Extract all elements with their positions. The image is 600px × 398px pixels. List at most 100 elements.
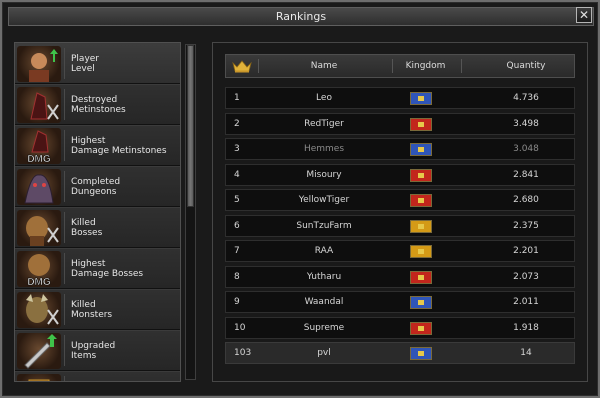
player-name-cell: SunTzuFarm — [296, 220, 352, 231]
category-item-damage-metinstones[interactable]: DMG Highest Damage Metinstones — [15, 125, 180, 166]
red-kingdom-flag-icon — [410, 168, 432, 182]
category-divider — [64, 335, 65, 366]
kingdom-emblem-icon — [418, 121, 424, 127]
category-label: Highest Damage Bosses — [71, 259, 143, 279]
category-label-line1: Killed — [71, 217, 96, 228]
player-name-cell: Hemmes — [303, 144, 345, 154]
player-name-cell: Supreme — [303, 322, 345, 333]
category-item-damage-bosses[interactable]: DMG Highest Damage Bosses — [15, 248, 180, 289]
category-label-line1: Completed — [71, 176, 121, 187]
blue-kingdom-flag-icon — [410, 92, 432, 105]
rank-cell: 9 — [234, 297, 240, 307]
header-quantity[interactable]: Quantity — [476, 61, 576, 71]
category-item-items[interactable]: Upgraded Items — [15, 330, 180, 371]
header-name[interactable]: Name — [259, 61, 389, 71]
category-label-line2: Bosses — [71, 227, 103, 238]
category-label-line1: Upgraded — [71, 340, 116, 351]
table-row[interactable]: 6 SunTzuFarm 2.375 — [225, 214, 575, 237]
table-row[interactable]: 3 Hemmes 3.048 — [225, 138, 575, 160]
category-label-line1: Killed — [71, 299, 96, 310]
category-divider — [64, 294, 65, 325]
table-row[interactable]: 5 YellowTiger 2.680 — [225, 189, 575, 211]
quantity-cell: 2.680 — [513, 195, 539, 205]
crown-icon — [232, 59, 252, 73]
close-icon: ✕ — [578, 8, 590, 22]
category-label-line1: Destroyed — [71, 94, 118, 105]
category-label: Destroyed Metinstones — [71, 95, 126, 115]
blue-kingdom-flag-icon — [410, 143, 432, 156]
ranking-panel: Name Kingdom Quantity 1 Leo 4.736 2 RedTiger… — [212, 42, 588, 382]
category-label-line2: Damage Metinstones — [71, 145, 167, 156]
header-kingdom[interactable]: Kingdom — [392, 61, 459, 71]
title-bar[interactable]: Rankings — [8, 7, 594, 26]
player-name-cell: Leo — [316, 93, 332, 103]
table-row[interactable]: 4 Misoury 2.841 — [225, 163, 575, 186]
category-label: Upgraded Items — [71, 341, 115, 361]
quantity-cell: 3.048 — [513, 144, 539, 154]
category-label-line1: Highest — [71, 258, 106, 269]
category-scrollbar[interactable] — [185, 44, 196, 380]
table-row[interactable]: 9 Waandal 2.011 — [225, 291, 575, 313]
category-item-monsters[interactable]: Killed Monsters — [15, 289, 180, 330]
category-item-level[interactable]: Player Level — [15, 43, 180, 84]
player-name-cell: RAA — [314, 246, 334, 256]
scrollbar-thumb[interactable] — [187, 45, 194, 207]
rank-cell: 3 — [234, 144, 240, 154]
kingdom-emblem-icon — [418, 172, 424, 178]
category-divider — [64, 171, 65, 202]
player-portrait-icon — [17, 46, 61, 82]
category-item-bosses[interactable]: Killed Bosses — [15, 207, 180, 248]
svg-text:DMG: DMG — [27, 154, 51, 164]
quantity-cell: 4.736 — [513, 93, 539, 103]
category-label-line2: Monsters — [71, 309, 113, 320]
yellow-kingdom-flag-icon — [410, 245, 432, 258]
kingdom-emblem-icon — [418, 249, 424, 254]
quantity-cell: 2.375 — [513, 220, 539, 231]
table-row[interactable]: 1 Leo 4.736 — [225, 87, 575, 109]
category-label: Completed Dungeons — [71, 177, 120, 197]
category-divider — [64, 48, 65, 79]
quantity-cell: 2.841 — [513, 169, 539, 180]
quantity-cell: 3.498 — [513, 118, 539, 129]
table-header: Name Kingdom Quantity — [225, 54, 575, 78]
category-label-line2: Damage Bosses — [71, 268, 144, 279]
rank-cell: 1 — [234, 93, 240, 103]
category-item-dungeons[interactable]: Completed Dungeons — [15, 166, 180, 207]
rank-cell: 6 — [234, 220, 240, 231]
red-kingdom-flag-icon — [410, 321, 432, 335]
kingdom-emblem-icon — [418, 223, 424, 229]
kingdom-emblem-icon — [418, 300, 424, 305]
quantity-cell: 2.073 — [513, 271, 539, 282]
monster-icon — [17, 292, 61, 328]
own-rank-row[interactable]: 103 pvl 14 — [225, 342, 575, 364]
category-label-line2: Metinstones — [71, 104, 126, 115]
kingdom-emblem-icon — [418, 198, 424, 203]
yellow-kingdom-flag-icon — [410, 219, 432, 233]
metinstone-icon — [17, 87, 61, 123]
category-label: Killed Bosses — [71, 218, 102, 238]
player-name-cell: Waandal — [304, 297, 344, 307]
kingdom-emblem-icon — [418, 351, 424, 356]
category-divider — [64, 130, 65, 161]
blue-kingdom-flag-icon — [410, 347, 432, 360]
rank-cell: 2 — [234, 118, 240, 129]
kingdom-emblem-icon — [418, 96, 424, 101]
rank-cell: 5 — [234, 195, 240, 205]
ranking-rows: 1 Leo 4.736 2 RedTiger 3.498 3 Hemmes 3.048 4 Miso… — [225, 87, 575, 368]
category-label: Killed Monsters — [71, 300, 112, 320]
close-button[interactable]: ✕ — [576, 7, 592, 23]
table-row[interactable]: 8 Yutharu 2.073 — [225, 265, 575, 288]
category-item-metinstones[interactable]: Destroyed Metinstones — [15, 84, 180, 125]
category-item-extra[interactable] — [15, 371, 180, 381]
category-label-line2: Level — [71, 63, 95, 74]
category-label: Player Level — [71, 54, 99, 74]
table-row[interactable]: 2 RedTiger 3.498 — [225, 112, 575, 135]
rank-cell: 7 — [234, 246, 240, 256]
table-row[interactable]: 7 RAA 2.201 — [225, 240, 575, 262]
red-kingdom-flag-icon — [410, 194, 432, 207]
category-divider — [64, 376, 65, 381]
rank-cell: 10 — [234, 322, 246, 333]
table-row[interactable]: 10 Supreme 1.918 — [225, 316, 575, 339]
kingdom-emblem-icon — [418, 274, 424, 280]
category-list: Player Level Destroyed Metinstones DMG Highes… — [14, 42, 181, 382]
